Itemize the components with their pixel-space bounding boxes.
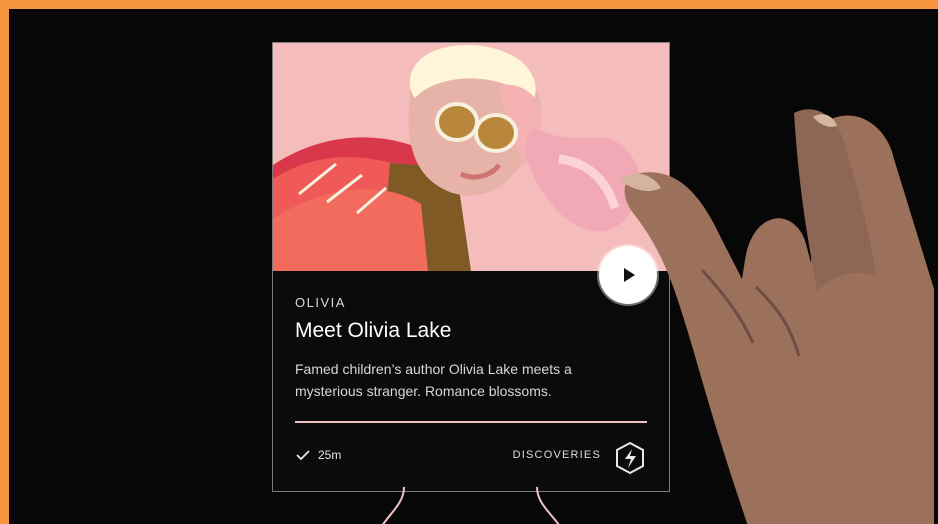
card-title: Meet Olivia Lake [295, 319, 452, 342]
category-tag: DISCOVERIES [512, 449, 601, 461]
device-stand [382, 487, 560, 524]
hand-illustration [620, 109, 934, 524]
card-eyebrow: OLIVIA [295, 295, 346, 310]
device-frame: OLIVIA Meet Olivia Lake Famed children’s… [9, 9, 938, 524]
card-description: Famed children’s author Olivia Lake meet… [295, 361, 572, 399]
duration: 25m [295, 448, 341, 462]
duration-label: 25m [318, 448, 342, 462]
check-icon [296, 450, 310, 461]
